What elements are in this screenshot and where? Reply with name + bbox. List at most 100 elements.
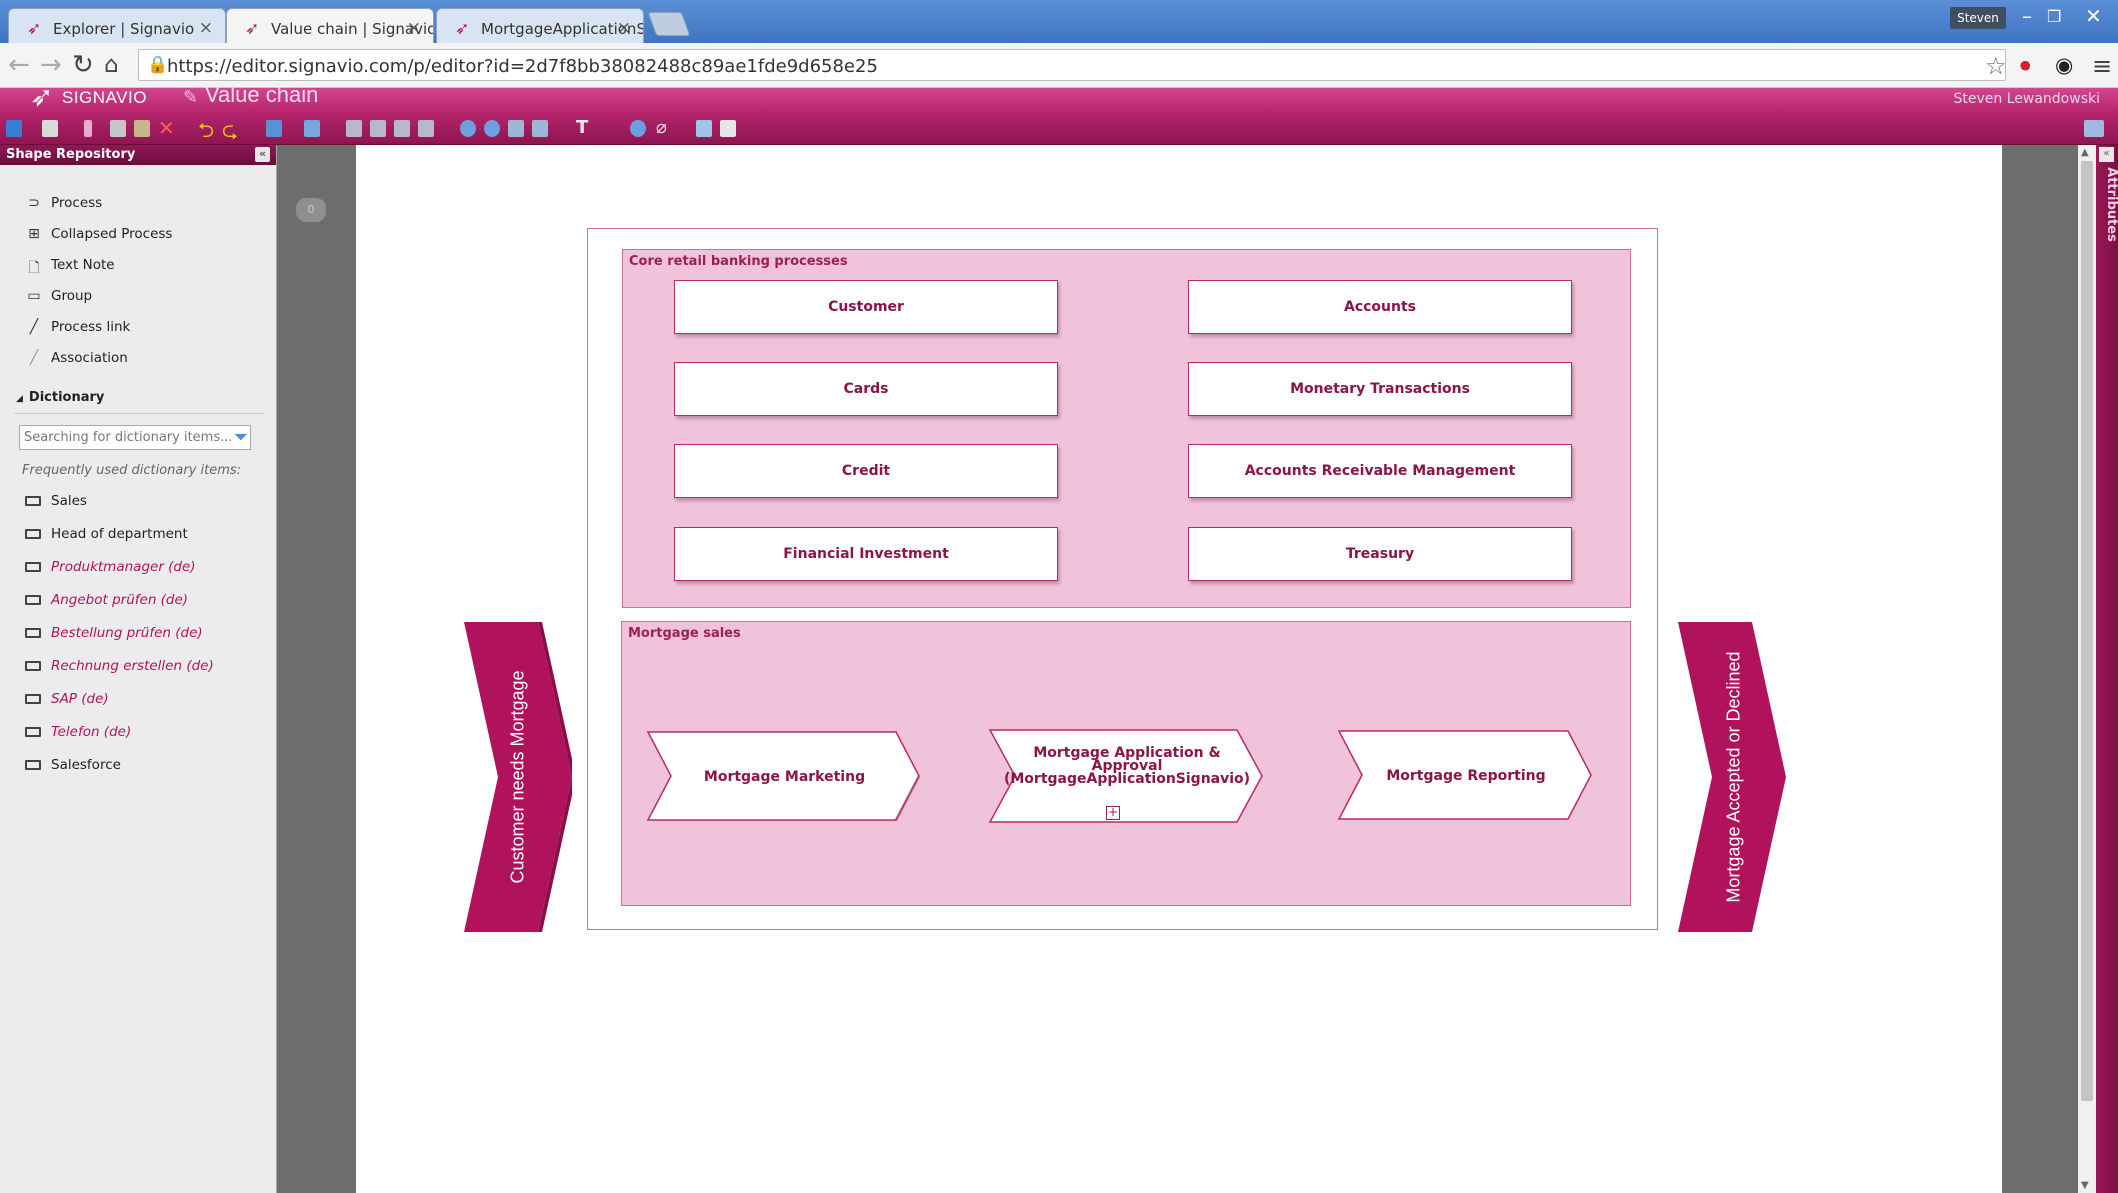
process-financial-investment[interactable]: Financial Investment (674, 527, 1058, 581)
group-icon: ▭ (27, 288, 41, 304)
back-arrow-icon[interactable]: ← (8, 50, 30, 80)
print-icon[interactable] (42, 120, 58, 137)
shape-label: Group (51, 288, 93, 304)
end-event-chevron[interactable]: Mortgage Accepted or Declined (1678, 622, 1790, 932)
process-credit[interactable]: Credit (674, 444, 1058, 498)
browser-tab-value-chain[interactable]: ➶ Value chain | Signavio × (226, 8, 434, 44)
delete-icon[interactable]: ✕ (158, 116, 175, 140)
signavio-logo: SIGNAVIO (62, 88, 147, 107)
vertical-scrollbar[interactable]: ▲ ▼ (2078, 145, 2096, 1193)
group-title: Mortgage sales (628, 626, 741, 641)
triangle-down-icon: ◢ (16, 394, 23, 404)
signavio-favicon-icon: ➶ (27, 19, 42, 39)
shape-label: Process (51, 195, 103, 211)
mail-icon[interactable] (696, 120, 712, 137)
dictionary-search-input[interactable]: Searching for dictionary items... ⏷ (19, 425, 251, 450)
dictionary-item-label: Sales (51, 493, 87, 509)
extension-icon[interactable]: ◉ (2055, 53, 2073, 77)
dictionary-item-label: Rechnung erstellen (de) (51, 658, 214, 674)
menu-icon[interactable]: ≡ (2092, 52, 2112, 80)
comment-icon[interactable] (630, 120, 646, 137)
signavio-favicon-icon: ➶ (455, 19, 470, 39)
process-accounts[interactable]: Accounts (1188, 280, 1572, 334)
zoom-in-icon[interactable] (460, 120, 476, 137)
bookmark-star-icon[interactable]: ☆ (1985, 52, 2007, 80)
bring-front-icon[interactable] (346, 120, 362, 137)
dictionary-item-label: SAP (de) (51, 691, 109, 707)
process-customer[interactable]: Customer (674, 280, 1058, 334)
send-back-icon[interactable] (418, 120, 434, 137)
end-event-label: Mortgage Accepted or Declined (1723, 651, 1744, 903)
align-icon[interactable] (266, 120, 282, 137)
process-mortgage-application-approval[interactable]: Mortgage Application & Approval (Mortgag… (987, 727, 1267, 827)
filter-icon[interactable]: ⏷ (234, 427, 248, 448)
url-input[interactable]: 🔒 https://editor.signavio.com/p/editor?i… (138, 49, 2006, 81)
shape-label: Collapsed Process (51, 226, 173, 242)
scroll-down-icon[interactable]: ▼ (2081, 1180, 2089, 1191)
expand-subprocess-icon[interactable]: + (1106, 806, 1120, 820)
forward-arrow-icon[interactable]: → (40, 50, 62, 80)
process-cards[interactable]: Cards (674, 362, 1058, 416)
rectangle-icon (25, 760, 41, 770)
extension-icon[interactable]: ⏺ (2020, 53, 2031, 78)
dictionary-title: Dictionary (28, 390, 105, 405)
signavio-favicon-icon: ➶ (245, 19, 260, 39)
rectangle-icon (25, 661, 41, 671)
close-icon[interactable]: × (407, 18, 421, 38)
window-close-icon[interactable]: ✕ (2085, 4, 2102, 28)
browser-tab-explorer[interactable]: ➶ Explorer | Signavio × (8, 8, 226, 43)
minimize-icon[interactable]: – (2022, 4, 2032, 28)
layout-icon[interactable] (304, 120, 320, 137)
zoom-fit-icon[interactable] (508, 120, 524, 137)
rectangle-icon (25, 529, 41, 539)
process-mortgage-marketing[interactable]: Mortgage Marketing (645, 729, 924, 825)
scroll-up-icon[interactable]: ▲ (2081, 147, 2089, 158)
cut-icon[interactable] (84, 120, 92, 137)
new-tab-button[interactable] (647, 12, 691, 36)
process-accounts-receivable-management[interactable]: Accounts Receivable Management (1188, 444, 1572, 498)
process-label: Mortgage Reporting (1386, 767, 1546, 784)
language-flag-icon[interactable] (2084, 120, 2104, 137)
bring-forward-icon[interactable] (370, 120, 386, 137)
reload-icon[interactable]: ↻ (72, 50, 94, 80)
association-icon: ╱ (29, 350, 39, 366)
start-event-chevron[interactable]: Customer needs Mortgage (464, 622, 572, 932)
process-label: Mortgage Application & Approval (Mortgag… (1003, 744, 1251, 787)
attachment-icon[interactable]: ⌀ (656, 117, 667, 138)
copy-icon[interactable] (110, 120, 126, 137)
dictionary-header[interactable]: ◢ Dictionary (16, 390, 104, 405)
book-icon[interactable] (720, 120, 736, 137)
browser-tab-mortgage[interactable]: ➶ MortgageApplicationSign × (436, 8, 644, 43)
user-name[interactable]: Steven Lewandowski (1954, 91, 2100, 107)
text-format-icon[interactable]: T (576, 117, 588, 138)
dictionary-item-label: Telefon (de) (51, 724, 132, 740)
close-icon[interactable]: × (199, 18, 213, 38)
attributes-panel-label: Attributes (2103, 167, 2118, 242)
process-monetary-transactions[interactable]: Monetary Transactions (1188, 362, 1572, 416)
zoom-standard-icon[interactable] (532, 120, 548, 137)
scroll-thumb[interactable] (2081, 161, 2093, 1101)
collapse-panel-icon[interactable]: « (255, 147, 270, 162)
save-icon[interactable] (6, 120, 22, 137)
start-event-label: Customer needs Mortgage (507, 670, 528, 884)
search-placeholder: Searching for dictionary items... (24, 430, 233, 445)
paste-icon[interactable] (134, 120, 150, 137)
zoom-out-icon[interactable] (484, 120, 500, 137)
group-title: Core retail banking processes (629, 254, 848, 269)
process-mortgage-reporting[interactable]: Mortgage Reporting (1336, 728, 1596, 824)
attributes-panel[interactable]: « Attributes (2096, 145, 2118, 1193)
home-icon[interactable]: ⌂ (104, 52, 119, 78)
restore-icon[interactable]: ❐ (2047, 7, 2061, 26)
expand-panel-icon[interactable]: « (2099, 147, 2114, 162)
comment-bubble-icon[interactable]: 0 (296, 198, 326, 222)
document-title[interactable]: Value chain (205, 82, 318, 108)
pencil-icon: ✎ (183, 87, 199, 108)
dictionary-item-label: Angebot prüfen (de) (51, 592, 189, 608)
send-backward-icon[interactable] (394, 120, 410, 137)
rectangle-icon (25, 628, 41, 638)
browser-user-badge[interactable]: Steven (1950, 7, 2006, 29)
url-text: https://editor.signavio.com/p/editor?id=… (167, 56, 878, 77)
editor-toolbar: ✕ ⮌ ⮎ T ⌀ (0, 115, 2118, 145)
close-icon[interactable]: × (617, 18, 631, 38)
process-treasury[interactable]: Treasury (1188, 527, 1572, 581)
